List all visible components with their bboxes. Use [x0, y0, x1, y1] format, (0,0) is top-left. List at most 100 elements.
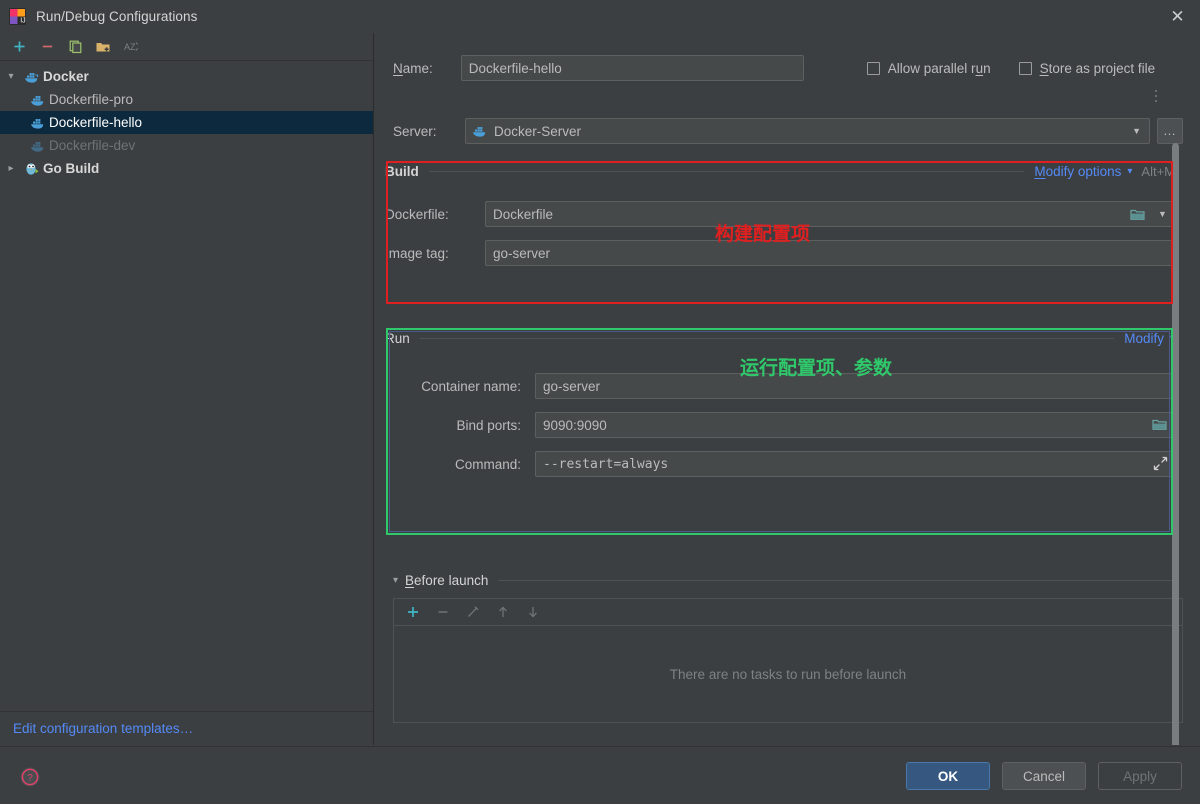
docker-icon: [472, 124, 488, 138]
section-divider: [419, 337, 1115, 339]
configurations-sidebar: AZ ▾ Docker Dockerfile-pro Dockerfile-he…: [0, 33, 374, 745]
intellij-idea-icon: IJ: [9, 8, 26, 25]
annotation-build-config: 构建配置项: [715, 223, 811, 245]
run-section-title: Run: [385, 330, 410, 346]
bind-ports-value: 9090:9090: [543, 417, 607, 433]
title-bar: IJ Run/Debug Configurations ✕: [0, 0, 1200, 33]
before-launch-title: Before launch: [405, 572, 489, 588]
before-launch-empty-message: There are no tasks to run before launch: [669, 666, 907, 682]
server-row: Server: Docker-Server ▼ …: [393, 118, 1183, 144]
server-label: Server:: [393, 123, 437, 139]
build-section: Build Modify options ▾ Alt+M Dockerfile:…: [385, 161, 1175, 266]
svg-text:AZ: AZ: [124, 42, 136, 52]
server-browse-button[interactable]: …: [1157, 118, 1183, 144]
configuration-editor: Name: Dockerfile-hello Allow parallel ru…: [375, 33, 1200, 745]
sort-configurations-button[interactable]: AZ: [118, 35, 144, 59]
build-section-title: Build: [385, 163, 419, 179]
name-input[interactable]: Dockerfile-hello: [460, 55, 804, 81]
before-launch-panel: There are no tasks to run before launch: [393, 598, 1183, 723]
edit-configuration-templates[interactable]: Edit configuration templates…: [0, 711, 373, 745]
before-launch-header[interactable]: ▾ Before launch: [393, 570, 1183, 590]
before-launch-toolbar: [394, 599, 1182, 626]
before-launch-section: ▾ Before launch There are no tasks to ru…: [393, 570, 1183, 723]
ok-button[interactable]: OK: [906, 762, 990, 790]
server-combobox-value: Docker-Server: [494, 123, 582, 139]
edit-task-button: [460, 600, 486, 624]
tree-group-docker[interactable]: ▾ Docker: [0, 65, 373, 88]
add-task-button[interactable]: [400, 600, 426, 624]
svg-text:IJ: IJ: [20, 18, 25, 25]
expand-icon[interactable]: [1153, 456, 1168, 475]
folder-icon[interactable]: [1123, 201, 1151, 227]
folder-icon[interactable]: [1152, 418, 1167, 434]
docker-icon: [28, 93, 47, 107]
close-icon[interactable]: ✕: [1155, 0, 1200, 33]
window-title: Run/Debug Configurations: [36, 9, 198, 24]
server-combobox[interactable]: Docker-Server ▼: [465, 118, 1150, 144]
apply-button[interactable]: Apply: [1098, 762, 1182, 790]
build-modify-shortcut-hint: Alt+M: [1141, 163, 1175, 179]
run-modify-link[interactable]: Modify: [1124, 331, 1164, 346]
remove-configuration-button[interactable]: [34, 35, 60, 59]
tree-group-go-build[interactable]: ▸ Go Build: [0, 157, 373, 180]
checkbox-box[interactable]: [866, 61, 880, 75]
checkbox-box[interactable]: [1018, 61, 1032, 75]
name-label: Name:: [393, 60, 433, 76]
dockerfile-label: Dockerfile:: [385, 206, 449, 222]
remove-task-button: [430, 600, 456, 624]
chevron-down-icon[interactable]: ▼: [1132, 126, 1141, 136]
footer-buttons: OK Cancel Apply: [906, 762, 1182, 790]
project-file-options-icon[interactable]: [1155, 86, 1165, 106]
build-section-header: Build Modify options ▾ Alt+M: [385, 161, 1175, 181]
run-section: Run Modify ▾ Container name: go-server B…: [385, 328, 1175, 477]
section-divider: [428, 170, 1025, 172]
chevron-down-icon[interactable]: ▾: [1127, 166, 1132, 177]
chevron-down-icon[interactable]: ▾: [393, 575, 398, 586]
move-down-button: [520, 600, 546, 624]
build-modify-options-link[interactable]: Modify options: [1034, 164, 1121, 179]
command-row: Command: --restart=always: [385, 451, 1175, 477]
section-divider: [498, 579, 1173, 581]
svg-text:?: ?: [27, 773, 33, 784]
run-debug-configurations-dialog: IJ Run/Debug Configurations ✕ AZ ▾ Docke…: [0, 0, 1200, 804]
configurations-tree: ▾ Docker Dockerfile-pro Dockerfile-hello…: [0, 61, 373, 180]
move-up-button: [490, 600, 516, 624]
annotation-run-config: 运行配置项、参数: [740, 357, 893, 379]
chevron-down-icon[interactable]: ▾: [0, 71, 22, 82]
go-gopher-icon: [22, 161, 41, 176]
bind-ports-row: Bind ports: 9090:9090: [385, 412, 1175, 438]
container-name-label: Container name:: [421, 378, 521, 394]
store-as-project-file-label: Store as project file: [1039, 60, 1156, 76]
run-section-header: Run Modify ▾: [385, 328, 1175, 348]
edit-configuration-templates-link[interactable]: Edit configuration templates…: [13, 721, 193, 736]
docker-icon: [28, 116, 47, 130]
command-input[interactable]: --restart=always: [535, 451, 1175, 477]
sidebar-item-dockerfile-hello[interactable]: Dockerfile-hello: [0, 111, 373, 134]
tree-group-go-build-label: Go Build: [43, 161, 100, 176]
command-label: Command:: [454, 456, 521, 472]
command-value: --restart=always: [543, 456, 669, 472]
docker-icon: [22, 70, 41, 84]
store-as-project-file-checkbox[interactable]: Store as project file: [1018, 60, 1158, 102]
chevron-right-icon[interactable]: ▸: [0, 163, 22, 174]
sidebar-item-dockerfile-pro-label: Dockerfile-pro: [49, 92, 134, 107]
sidebar-item-dockerfile-dev-label: Dockerfile-dev: [49, 138, 136, 153]
sidebar-item-dockerfile-dev[interactable]: Dockerfile-dev: [0, 134, 373, 157]
allow-parallel-run-checkbox[interactable]: Allow parallel run: [866, 60, 991, 76]
image-tag-label: Image tag:: [385, 245, 449, 261]
cancel-button[interactable]: Cancel: [1002, 762, 1086, 790]
dialog-footer: ? OK Cancel Apply: [0, 746, 1200, 804]
allow-parallel-run-label: Allow parallel run: [887, 60, 991, 76]
bind-ports-input[interactable]: 9090:9090: [535, 412, 1175, 438]
sidebar-toolbar: AZ: [0, 33, 373, 61]
sidebar-item-dockerfile-hello-label: Dockerfile-hello: [49, 115, 143, 130]
image-tag-input[interactable]: go-server: [485, 240, 1175, 266]
name-row: Name: Dockerfile-hello Allow parallel ru…: [393, 55, 1183, 102]
copy-configuration-button[interactable]: [62, 35, 88, 59]
vertical-scrollbar[interactable]: [1172, 143, 1179, 745]
tree-group-docker-label: Docker: [43, 69, 89, 84]
add-configuration-button[interactable]: [6, 35, 32, 59]
help-circle-icon[interactable]: ?: [19, 766, 41, 788]
sidebar-item-dockerfile-pro[interactable]: Dockerfile-pro: [0, 88, 373, 111]
new-folder-button[interactable]: [90, 35, 116, 59]
